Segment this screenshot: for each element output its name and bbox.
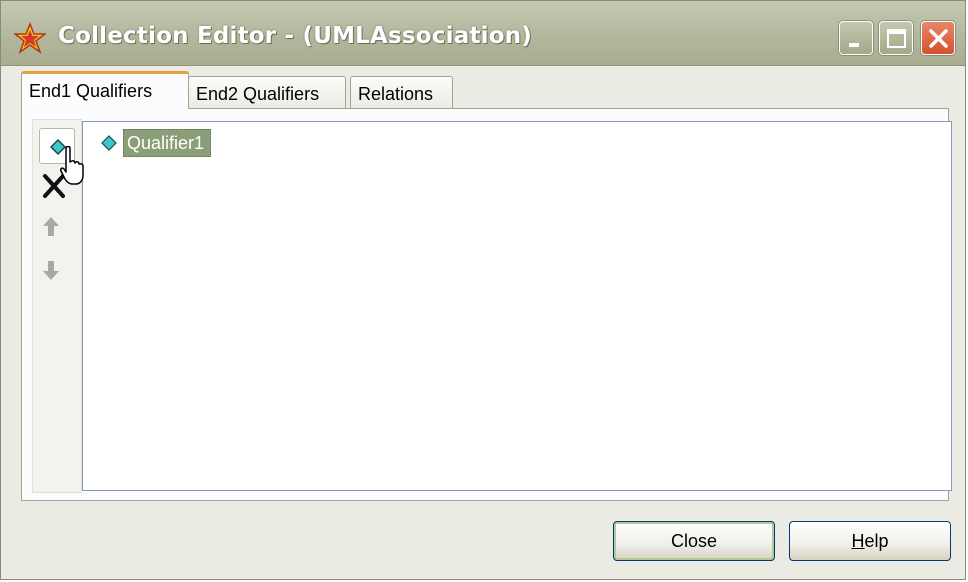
close-window-button[interactable] [921, 21, 955, 55]
close-button[interactable]: Close [613, 521, 775, 561]
tab-end2-qualifiers[interactable]: End2 Qualifiers [188, 76, 346, 108]
maximize-button[interactable] [879, 21, 913, 55]
maximize-icon [887, 29, 906, 48]
qualifier-list[interactable]: Qualifier1 [82, 121, 952, 491]
window-title: Collection Editor - (UMLAssociation) [58, 23, 533, 49]
move-down-icon [43, 261, 59, 280]
minimize-icon [849, 43, 859, 47]
tab-label: Relations [358, 84, 434, 104]
move-up-icon [43, 217, 59, 236]
tab-end1-qualifiers[interactable]: End1 Qualifiers [21, 71, 189, 109]
help-button[interactable]: Help [789, 521, 951, 561]
tab-relations[interactable]: Relations [350, 76, 453, 108]
mouse-cursor-icon [60, 146, 84, 185]
move-up-button[interactable] [39, 212, 75, 248]
star-icon [14, 22, 46, 54]
close-icon [929, 29, 948, 48]
move-down-button[interactable] [39, 256, 75, 292]
collection-editor-window: Collection Editor - (UMLAssociation) End… [0, 0, 966, 580]
help-mnemonic: H [851, 531, 865, 551]
help-label: elp [864, 531, 889, 551]
qualifier-diamond-icon [101, 135, 117, 151]
minimize-button[interactable] [839, 21, 873, 55]
tab-panel: Qualifier1 [21, 108, 952, 501]
title-bar[interactable]: Collection Editor - (UMLAssociation) [1, 1, 965, 66]
tab-label: End2 Qualifiers [196, 84, 320, 104]
list-item-label: Qualifier1 [123, 129, 212, 157]
tab-label: End1 Qualifiers [29, 81, 153, 101]
